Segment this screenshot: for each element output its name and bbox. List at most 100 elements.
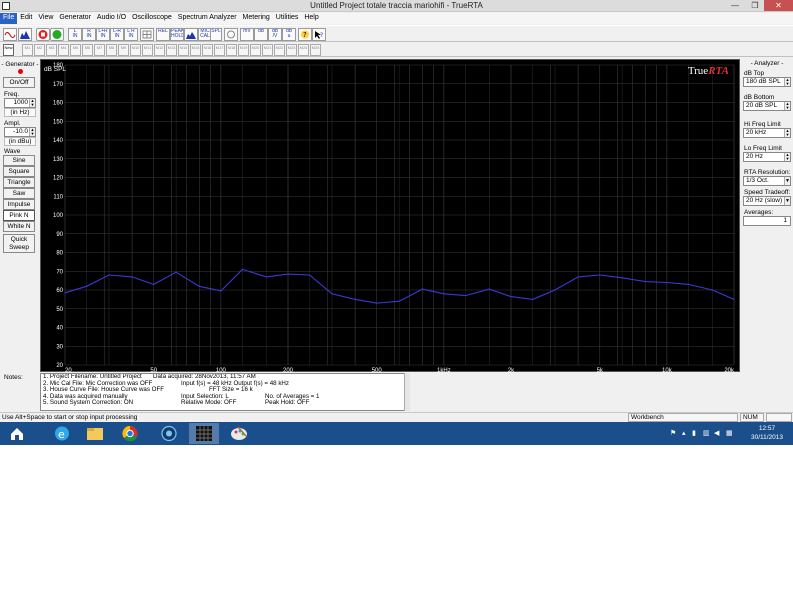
chrome-taskbar-button[interactable] [115, 423, 145, 444]
average-icon[interactable] [184, 28, 198, 41]
db-button[interactable]: dB [254, 28, 268, 41]
menu-oscilloscope[interactable]: Oscilloscope [129, 13, 175, 24]
mem-slot-7[interactable]: M7 [94, 44, 105, 56]
menu-audio-io[interactable]: Audio I/O [94, 13, 129, 24]
spectrum-icon[interactable] [18, 28, 32, 41]
mem-slot-9[interactable]: M9 [118, 44, 129, 56]
tray-up-arrow-icon[interactable]: ▴ [682, 429, 686, 437]
averages-input[interactable]: 1 [743, 216, 791, 226]
rta-plot[interactable]: 20 30 40 50 60 70 80 90 100 110 120 130 140 150 160 170… [40, 59, 741, 373]
mem-slot-25[interactable]: M25 [310, 44, 321, 56]
file-explorer-taskbar-button[interactable] [80, 423, 110, 444]
db-over-v-icon[interactable]: dB/V [268, 28, 282, 41]
db-top-spinner-icon[interactable]: ▲ ▼ [784, 78, 790, 86]
menu-help[interactable]: Help [301, 13, 321, 24]
menu-file[interactable]: File [0, 13, 18, 24]
menu-spectrum-analyzer[interactable]: Spectrum Analyzer [175, 13, 240, 24]
tray-keyboard-icon[interactable]: ▦ [726, 429, 733, 437]
notes-scrollbar[interactable] [404, 373, 410, 411]
paint-taskbar-button[interactable] [224, 423, 254, 444]
freq-spinner-icon[interactable]: ▲ ▼ [29, 99, 35, 107]
speed-tradeoff-select[interactable]: 20 Hz (slow) ▼ [743, 196, 791, 206]
run-icon[interactable] [50, 28, 64, 41]
mem-slot-11[interactable]: M11 [142, 44, 153, 56]
menu-metering[interactable]: Metering [240, 13, 273, 24]
wave-impulse-button[interactable]: Impulse [3, 199, 35, 210]
rel-button[interactable]: REL [156, 28, 170, 41]
db-bottom-input[interactable]: 20 dB SPL ▲ ▼ [743, 101, 791, 111]
ampl-spinner-icon[interactable]: ▲ ▼ [29, 128, 35, 136]
truerta-taskbar-button[interactable] [189, 423, 219, 444]
input-l-minus-r-icon[interactable]: L-R IN [110, 28, 124, 41]
wave-sine-button[interactable]: Sine [3, 155, 35, 166]
rta-resolution-select[interactable]: 1/3 Oct. ▼ [743, 176, 791, 186]
start-button[interactable] [2, 423, 32, 444]
mem-slot-16[interactable]: M16 [202, 44, 213, 56]
wave-pink-noise-button[interactable]: Pink N [3, 210, 35, 221]
context-help-icon[interactable]: ? [312, 28, 326, 41]
circle-icon[interactable] [224, 28, 238, 41]
tray-volume-icon[interactable]: ◀ [714, 429, 719, 437]
mem-slot-3[interactable]: M3 [46, 44, 57, 56]
menu-view[interactable]: View [35, 13, 56, 24]
generator-on-off-button[interactable]: On/Off [3, 77, 35, 88]
input-lr-icon[interactable]: L R IN [124, 28, 138, 41]
internet-explorer-taskbar-button[interactable]: e [47, 423, 77, 444]
mem-slot-1[interactable]: M1 [22, 44, 33, 56]
mem-slot-19[interactable]: M19 [238, 44, 249, 56]
menu-generator[interactable]: Generator [56, 13, 94, 24]
quick-sweep-button[interactable]: Quick Sweep [3, 234, 35, 253]
db-bottom-spinner-icon[interactable]: ▲ ▼ [784, 102, 790, 110]
mem-slot-13[interactable]: M13 [166, 44, 177, 56]
notes-box[interactable]: 1. Project Filename: Untitled Project Da… [40, 373, 410, 411]
mem-slot-21[interactable]: M21 [262, 44, 273, 56]
minimize-button[interactable]: — [727, 0, 743, 11]
tray-flag-icon[interactable]: ⚑ [670, 429, 676, 437]
mem-slot-2[interactable]: M2 [34, 44, 45, 56]
lo-freq-input[interactable]: 20 Hz ▲ ▼ [743, 152, 791, 162]
speed-tradeoff-chevron-down-icon[interactable]: ▼ [784, 197, 790, 205]
mem-slot-14[interactable]: M14 [178, 44, 189, 56]
menu-utilities[interactable]: Utilities [273, 13, 302, 24]
title-bar[interactable]: Untitled Project totale traccia mariohif… [0, 0, 793, 12]
wave-white-noise-button[interactable]: White N [3, 221, 35, 232]
stop-icon[interactable] [36, 28, 50, 41]
mem-slot-22[interactable]: M22 [274, 44, 285, 56]
grid-icon[interactable] [140, 28, 154, 41]
mem-slot-5[interactable]: M5 [70, 44, 81, 56]
peak-hold-icon[interactable]: PEAK HOLD [170, 28, 184, 41]
lo-freq-spinner-icon[interactable]: ▲ ▼ [784, 153, 790, 161]
tray-battery-icon[interactable]: ▮ [692, 429, 696, 437]
millivolt-button[interactable]: mV [240, 28, 254, 41]
mem-slot-6[interactable]: M6 [82, 44, 93, 56]
mem-slot-17[interactable]: M17 [214, 44, 225, 56]
wave-triangle-button[interactable]: Triangle [3, 177, 35, 188]
mem-slot-18[interactable]: M18 [226, 44, 237, 56]
close-button[interactable]: ✕ [764, 0, 793, 11]
mem-slot-4[interactable]: M4 [58, 44, 69, 56]
mem-slot-12[interactable]: M12 [154, 44, 165, 56]
sine-wave-icon[interactable] [3, 28, 17, 41]
hi-freq-input[interactable]: 20 kHz ▲ ▼ [743, 128, 791, 138]
db-top-input[interactable]: 180 dB SPL ▲ ▼ [743, 77, 791, 87]
input-l-plus-r-icon[interactable]: L+R IN [96, 28, 110, 41]
rta-chart[interactable]: 20 30 40 50 60 70 80 90 100 110 120 130 140 150 160 170… [41, 60, 741, 373]
input-left-icon[interactable]: L IN [68, 28, 82, 41]
ampl-input[interactable]: -10.0 ▲ ▼ [4, 127, 36, 137]
maximize-button[interactable]: ❐ [747, 0, 763, 11]
wave-saw-button[interactable]: Saw [3, 188, 35, 199]
tray-network-icon[interactable]: ▥ [703, 429, 710, 437]
menu-edit[interactable]: Edit [17, 13, 35, 24]
wave-square-button[interactable]: Square [3, 166, 35, 177]
new-trace-button[interactable]: New [3, 44, 14, 56]
freq-input[interactable]: 1000 ▲ ▼ [4, 98, 36, 108]
media-taskbar-button[interactable] [154, 423, 184, 444]
input-right-icon[interactable]: R IN [82, 28, 96, 41]
mem-slot-8[interactable]: M8 [106, 44, 117, 56]
taskbar-clock[interactable]: 12:57 30/11/2013 [747, 424, 787, 442]
help-icon[interactable]: ? [298, 28, 312, 41]
mem-slot-23[interactable]: M23 [286, 44, 297, 56]
mem-slot-15[interactable]: M15 [190, 44, 201, 56]
mem-slot-10[interactable]: M10 [130, 44, 141, 56]
mem-slot-20[interactable]: M20 [250, 44, 261, 56]
